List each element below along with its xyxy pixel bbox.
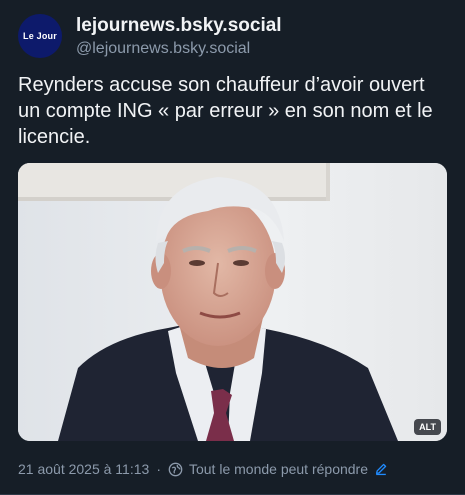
author-handle[interactable]: @lejournews.bsky.social [76, 40, 250, 58]
portrait-photo [18, 163, 447, 441]
post-text: Reynders accuse son chauffeur d’avoir ou… [18, 74, 433, 148]
avatar[interactable]: Le Jour [18, 14, 62, 58]
author-display-name[interactable]: lejournews.bsky.social [76, 15, 282, 37]
meta-separator: · [156, 461, 161, 477]
avatar-logo-text: Le Jour [23, 31, 57, 41]
reply-setting-label[interactable]: Tout le monde peut répondre [189, 461, 368, 477]
post-timestamp[interactable]: 21 août 2025 à 11:13 [18, 461, 149, 477]
globe-icon [168, 462, 183, 477]
pencil-icon[interactable] [374, 462, 388, 476]
alt-badge[interactable]: ALT [414, 419, 441, 435]
post-image[interactable]: ALT [18, 163, 447, 441]
post-meta: 21 août 2025 à 11:13 · Tout le monde peu… [18, 461, 388, 477]
post-card[interactable]: Le Jour lejournews.bsky.social @lejourne… [0, 0, 465, 495]
